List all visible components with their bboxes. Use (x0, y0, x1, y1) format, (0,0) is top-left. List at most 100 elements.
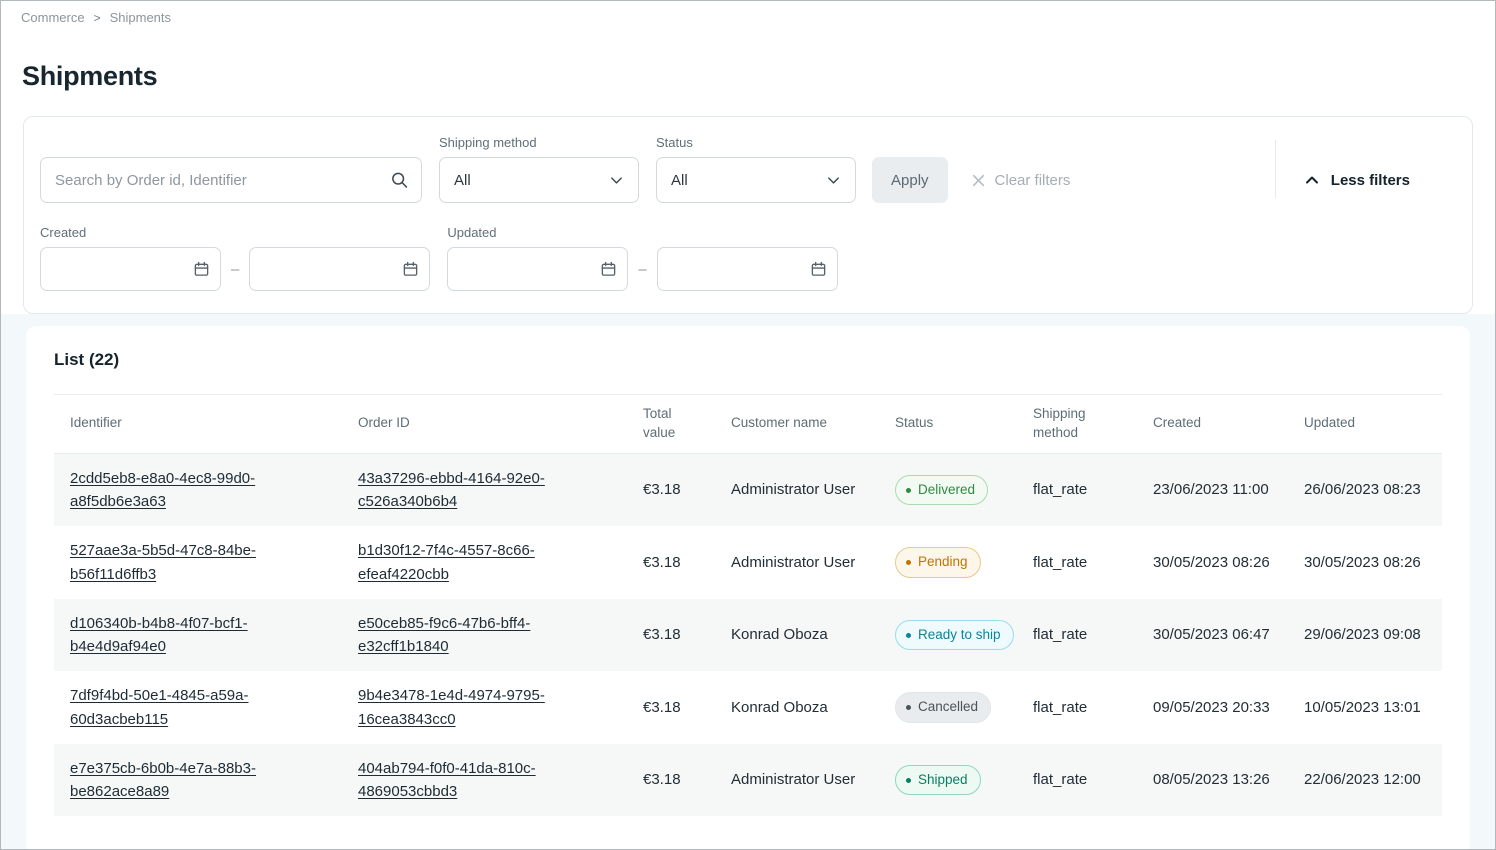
shipping-method: flat_rate (1017, 744, 1137, 817)
created-label: Created (40, 225, 430, 240)
created-from-field (40, 247, 221, 291)
updated-date: 10/05/2023 13:01 (1288, 671, 1442, 744)
list-card: List (22) Identifier Order ID Total valu… (26, 326, 1470, 849)
status-cell: Ready to ship (879, 599, 1017, 672)
status-cell: Shipped (879, 744, 1017, 817)
column-header-updated: Updated (1288, 395, 1442, 454)
total-value: €3.18 (627, 744, 715, 817)
status-dot-icon (906, 778, 911, 783)
shipments-table: Identifier Order ID Total value Customer… (54, 394, 1442, 816)
status-badge-label: Ready to ship (918, 625, 1001, 646)
updated-range-group: Updated – (447, 225, 837, 291)
breadcrumb-commerce[interactable]: Commerce (21, 10, 85, 25)
order-id-cell: 9b4e3478-1e4d-4974-9795-16cea3843cc0 (342, 671, 627, 744)
created-to-field (249, 247, 430, 291)
status-label: Status (656, 135, 856, 150)
filters-row-2: Created – (24, 213, 1472, 313)
created-date: 09/05/2023 20:33 (1137, 671, 1288, 744)
customer-name: Administrator User (715, 744, 879, 817)
column-header-created: Created (1137, 395, 1288, 454)
status-badge-label: Cancelled (918, 697, 978, 718)
identifier-cell: 527aae3a-5b5d-47c8-84be-b56f11d6ffb3 (54, 526, 342, 599)
filters-panel: Shipping method All Status All (23, 116, 1473, 314)
table-row: 7df9f4bd-50e1-4845-a59a-60d3acbeb115 9b4… (54, 671, 1442, 744)
table-row: e7e375cb-6b0b-4e7a-88b3-be862ace8a89 404… (54, 744, 1442, 817)
chevron-down-icon (609, 173, 624, 188)
shipments-table-body: 2cdd5eb8-e8a0-4ec8-99d0-a8f5db6e3a63 43a… (54, 453, 1442, 816)
order-id-cell: 404ab794-f0f0-41da-810c-4869053cbbd3 (342, 744, 627, 817)
shipments-page: Commerce > Shipments Shipments Shipping … (0, 0, 1496, 850)
status-badge: Pending (895, 547, 981, 578)
total-value: €3.18 (627, 526, 715, 599)
status-badge: Shipped (895, 765, 981, 796)
order-id-link[interactable]: 43a37296-ebbd-4164-92e0-c526a340b6b4 (358, 470, 545, 510)
clear-x-icon (970, 172, 987, 189)
apply-button[interactable]: Apply (872, 157, 948, 203)
search-icon (390, 171, 409, 190)
shipping-method: flat_rate (1017, 599, 1137, 672)
shipping-method-select[interactable]: All (439, 157, 639, 203)
less-filters-toggle[interactable]: Less filters (1276, 157, 1456, 203)
status-badge: Ready to ship (895, 620, 1014, 651)
table-row: 527aae3a-5b5d-47c8-84be-b56f11d6ffb3 b1d… (54, 526, 1442, 599)
created-date: 30/05/2023 08:26 (1137, 526, 1288, 599)
order-id-link[interactable]: 9b4e3478-1e4d-4974-9795-16cea3843cc0 (358, 687, 545, 727)
status-dot-icon (906, 633, 911, 638)
shipping-method-label: Shipping method (439, 135, 639, 150)
identifier-cell: e7e375cb-6b0b-4e7a-88b3-be862ace8a89 (54, 744, 342, 817)
updated-date: 26/06/2023 08:23 (1288, 453, 1442, 526)
clear-filters-button[interactable]: Clear filters (970, 157, 1071, 203)
updated-date: 22/06/2023 12:00 (1288, 744, 1442, 817)
column-header-identifier: Identifier (54, 395, 342, 454)
column-header-order-id: Order ID (342, 395, 627, 454)
chevron-down-icon (826, 173, 841, 188)
customer-name: Konrad Oboza (715, 599, 879, 672)
updated-to-field (657, 247, 838, 291)
shipping-method-value: All (454, 172, 471, 189)
status-value: All (671, 172, 688, 189)
calendar-icon (193, 261, 210, 278)
status-badge-label: Shipped (918, 770, 968, 791)
order-id-cell: b1d30f12-7f4c-4557-8c66-efeaf4220cbb (342, 526, 627, 599)
status-badge-label: Delivered (918, 480, 975, 501)
search-input[interactable] (40, 157, 422, 203)
clear-filters-label: Clear filters (995, 172, 1071, 189)
status-cell: Pending (879, 526, 1017, 599)
status-cell: Delivered (879, 453, 1017, 526)
customer-name: Administrator User (715, 526, 879, 599)
column-header-status: Status (879, 395, 1017, 454)
table-header-row: Identifier Order ID Total value Customer… (54, 395, 1442, 454)
breadcrumb: Commerce > Shipments (1, 1, 1495, 25)
identifier-link[interactable]: d106340b-b4b8-4f07-bcf1-b4e4d9af94e0 (70, 615, 248, 655)
order-id-cell: 43a37296-ebbd-4164-92e0-c526a340b6b4 (342, 453, 627, 526)
status-select[interactable]: All (656, 157, 856, 203)
chevron-up-icon (1304, 172, 1320, 188)
identifier-cell: 2cdd5eb8-e8a0-4ec8-99d0-a8f5db6e3a63 (54, 453, 342, 526)
identifier-link[interactable]: 2cdd5eb8-e8a0-4ec8-99d0-a8f5db6e3a63 (70, 470, 255, 510)
shipping-method: flat_rate (1017, 526, 1137, 599)
identifier-link[interactable]: e7e375cb-6b0b-4e7a-88b3-be862ace8a89 (70, 760, 256, 800)
status-field: Status All (656, 135, 856, 203)
order-id-link[interactable]: b1d30f12-7f4c-4557-8c66-efeaf4220cbb (358, 542, 535, 582)
updated-label: Updated (447, 225, 837, 240)
range-separator: – (638, 261, 646, 278)
identifier-link[interactable]: 7df9f4bd-50e1-4845-a59a-60d3acbeb115 (70, 687, 248, 727)
list-section: List (22) Identifier Order ID Total valu… (1, 314, 1495, 849)
range-separator: – (231, 261, 239, 278)
breadcrumb-shipments: Shipments (110, 10, 171, 25)
shipping-method: flat_rate (1017, 453, 1137, 526)
status-dot-icon (906, 488, 911, 493)
updated-date: 30/05/2023 08:26 (1288, 526, 1442, 599)
table-row: d106340b-b4b8-4f07-bcf1-b4e4d9af94e0 e50… (54, 599, 1442, 672)
status-badge: Delivered (895, 475, 988, 506)
column-header-customer-name: Customer name (715, 395, 879, 454)
column-header-total-value: Total value (627, 395, 715, 454)
total-value: €3.18 (627, 599, 715, 672)
order-id-link[interactable]: e50ceb85-f9c6-47b6-bff4-e32cff1b1840 (358, 615, 530, 655)
customer-name: Konrad Oboza (715, 671, 879, 744)
identifier-link[interactable]: 527aae3a-5b5d-47c8-84be-b56f11d6ffb3 (70, 542, 256, 582)
order-id-link[interactable]: 404ab794-f0f0-41da-810c-4869053cbbd3 (358, 760, 536, 800)
created-date: 30/05/2023 06:47 (1137, 599, 1288, 672)
identifier-cell: d106340b-b4b8-4f07-bcf1-b4e4d9af94e0 (54, 599, 342, 672)
calendar-icon (600, 261, 617, 278)
